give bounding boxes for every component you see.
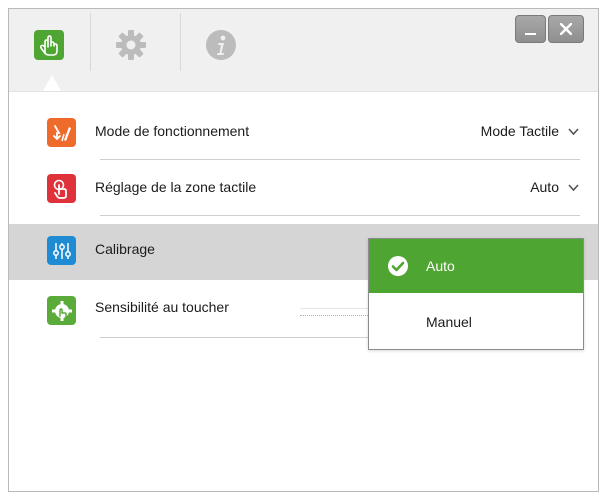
mode-pen-icon: [47, 118, 76, 147]
menu-item-label: Manuel: [426, 314, 472, 330]
touch-zone-icon: [47, 174, 76, 203]
checkmark-circle-icon: [388, 256, 408, 276]
gear-icon: [116, 30, 146, 60]
row-divider: [100, 215, 580, 216]
close-button[interactable]: [548, 15, 584, 43]
app-window: Mode de fonctionnement Mode Tactile Régl…: [8, 8, 599, 492]
sliders-icon: [47, 236, 76, 265]
tab-touch[interactable]: [9, 9, 89, 81]
active-tab-pointer: [43, 75, 61, 91]
tab-settings[interactable]: [91, 9, 171, 81]
minimize-button[interactable]: [515, 15, 546, 43]
row-label: Sensibilité au toucher: [95, 299, 229, 315]
info-icon: [206, 30, 236, 60]
touch-zone-value: Auto: [530, 179, 559, 195]
row-reglage-zone-tactile[interactable]: Réglage de la zone tactile Auto: [9, 160, 598, 216]
touch-hand-icon: [34, 30, 64, 60]
mode-value: Mode Tactile: [480, 123, 559, 139]
window-controls: [515, 15, 584, 43]
sensitivity-icon: [47, 296, 76, 325]
menu-item-manuel[interactable]: Manuel: [369, 295, 583, 349]
menu-item-label: Auto: [426, 258, 455, 274]
row-label: Calibrage: [95, 241, 155, 257]
touch-zone-dropdown[interactable]: Auto: [530, 179, 580, 195]
row-mode-de-fonctionnement[interactable]: Mode de fonctionnement Mode Tactile: [9, 104, 598, 160]
settings-list: Mode de fonctionnement Mode Tactile Régl…: [9, 92, 598, 491]
tab-info[interactable]: [181, 9, 261, 81]
close-icon: [560, 23, 572, 35]
touch-zone-dropdown-menu: Auto Manuel: [368, 238, 584, 350]
menu-item-auto[interactable]: Auto: [369, 239, 583, 293]
mode-dropdown[interactable]: Mode Tactile: [481, 123, 580, 139]
chevron-down-icon: [568, 183, 579, 191]
minimize-icon: [525, 32, 536, 35]
row-label: Réglage de la zone tactile: [95, 179, 257, 195]
row-label: Mode de fonctionnement: [95, 123, 250, 139]
chevron-down-icon: [568, 127, 579, 135]
tab-strip: [9, 9, 598, 92]
